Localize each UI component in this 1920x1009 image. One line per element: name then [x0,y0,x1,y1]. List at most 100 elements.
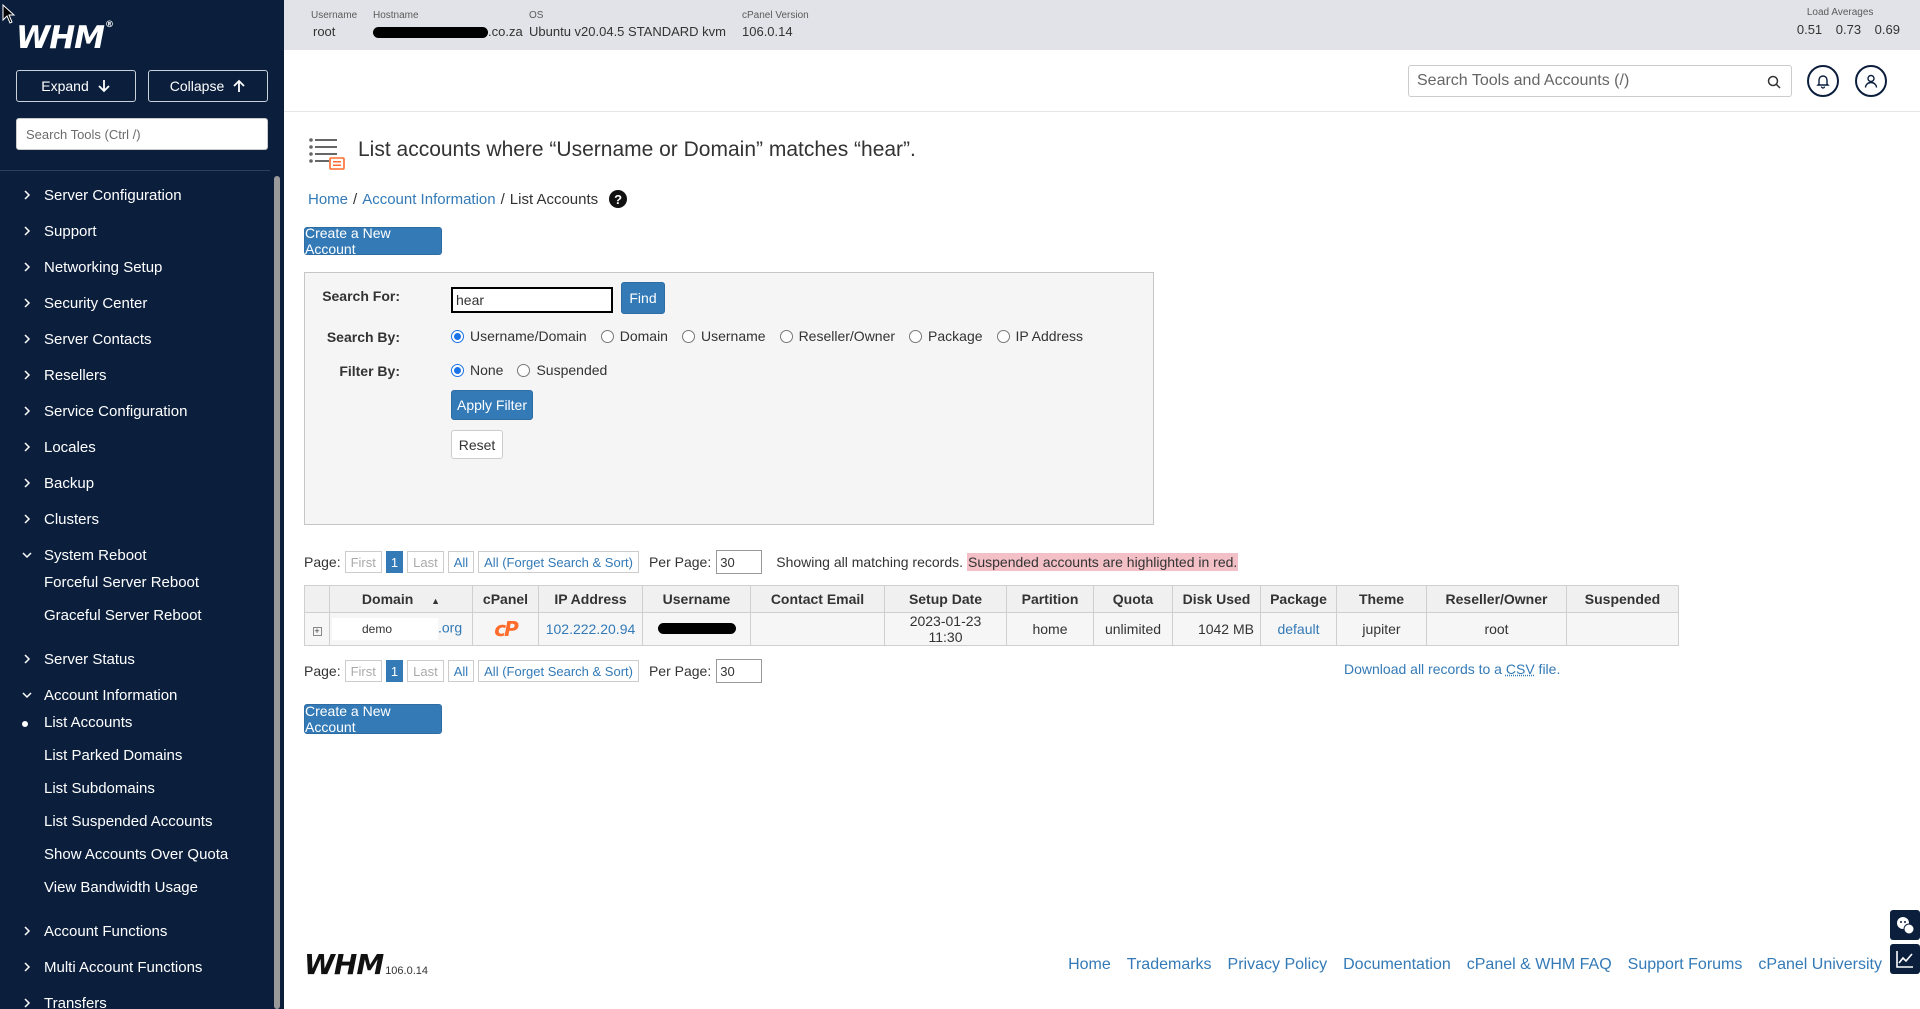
header-username[interactable]: Username [642,585,751,613]
sidebar-subitem-list-accounts[interactable]: List Accounts [21,714,132,731]
whm-logo[interactable]: WHM® [16,20,114,56]
row-expander[interactable]: + [304,612,330,646]
all-forget-search-button[interactable]: All (Forget Search & Sort) [478,660,639,682]
sidebar-subitem-graceful-server-reboot[interactable]: Graceful Server Reboot [44,607,202,624]
footer-link-trademarks[interactable]: Trademarks [1127,956,1212,974]
search-for-input[interactable]: hear [451,287,613,313]
notifications-button[interactable] [1807,65,1839,97]
sidebar-item-account-information[interactable]: Account Information [0,680,270,710]
analytics-widget-button[interactable] [1890,944,1920,974]
sidebar-subitem-forceful-server-reboot[interactable]: Forceful Server Reboot [44,574,199,591]
sidebar-item-security-center[interactable]: Security Center [0,288,270,318]
create-account-button-bottom[interactable]: Create a New Account [304,703,442,735]
search_by-option-ip-address[interactable]: IP Address [996,328,1083,344]
domain-cell[interactable]: demo .org [329,612,473,646]
package-link[interactable]: default [1277,621,1319,637]
tools-accounts-search-input[interactable]: Search Tools and Accounts (/) [1408,65,1792,97]
header-setup-date[interactable]: Setup Date [884,585,1007,613]
domain-link[interactable]: .org [438,620,462,636]
radio-button[interactable] [996,329,1010,343]
sidebar-item-system-reboot[interactable]: System Reboot [0,540,270,570]
current-page-button[interactable]: 1 [385,551,404,573]
user-menu-button[interactable] [1855,65,1887,97]
table-row[interactable]: + demo .org cP 102.222.20.94 2023-01-23 1… [304,612,1679,646]
all-pages-button[interactable]: All [447,551,475,573]
apply-filter-button[interactable]: Apply Filter [451,390,533,420]
sidebar-subitem-show-accounts-over-quota[interactable]: Show Accounts Over Quota [44,846,228,863]
sidebar-item-transfers[interactable]: Transfers [0,988,270,1009]
breadcrumb-account-information[interactable]: Account Information [362,191,495,208]
cpanel-icon[interactable]: cP [494,617,518,641]
search_by-option-reseller-owner[interactable]: Reseller/Owner [779,328,895,344]
radio-button[interactable] [779,329,793,343]
help-icon[interactable]: ? [609,190,628,208]
breadcrumb-home[interactable]: Home [308,191,348,208]
download-csv-link[interactable]: Download all records to a CSV file. [1344,661,1560,677]
header-partition[interactable]: Partition [1006,585,1094,613]
sidebar-item-multi-account-functions[interactable]: Multi Account Functions [0,952,270,982]
search_by-option-domain[interactable]: Domain [600,328,668,344]
current-page-button[interactable]: 1 [385,660,404,682]
search_by-option-package[interactable]: Package [909,328,983,344]
footer-link-cpanel-university[interactable]: cPanel University [1758,956,1882,974]
package-cell[interactable]: default [1260,612,1337,646]
all-pages-button[interactable]: All [447,660,475,682]
sidebar-item-server-contacts[interactable]: Server Contacts [0,324,270,354]
sidebar-search-input[interactable]: Search Tools (Ctrl /) [16,118,268,150]
filter-option-suspended[interactable]: Suspended [517,362,607,378]
sidebar-subitem-view-bandwidth-usage[interactable]: View Bandwidth Usage [44,879,198,896]
collapse-button[interactable]: Collapse [148,70,268,102]
last-page-button[interactable]: Last [407,551,444,573]
sidebar-item-resellers[interactable]: Resellers [0,360,270,390]
find-button[interactable]: Find [621,282,665,314]
radio-button[interactable] [451,329,464,343]
sidebar-item-support[interactable]: Support [0,216,270,246]
first-page-button[interactable]: First [344,551,382,573]
footer-link-home[interactable]: Home [1068,956,1111,974]
sidebar-item-locales[interactable]: Locales [0,432,270,462]
reset-button[interactable]: Reset [451,430,503,459]
header-suspended[interactable]: Suspended [1566,585,1679,613]
sidebar-subitem-list-suspended-accounts[interactable]: List Suspended Accounts [44,813,212,830]
cpanel-cell[interactable]: cP [472,612,539,646]
sidebar-item-server-configuration[interactable]: Server Configuration [0,180,270,210]
radio-button[interactable] [600,329,614,343]
sidebar-item-server-status[interactable]: Server Status [0,644,270,674]
footer-link-privacy-policy[interactable]: Privacy Policy [1228,956,1328,974]
sidebar-item-networking-setup[interactable]: Networking Setup [0,252,270,282]
sidebar-subitem-list-parked-domains[interactable]: List Parked Domains [44,747,182,764]
header-cpanel[interactable]: cPanel [472,585,539,613]
search_by-option-username-domain[interactable]: Username/Domain [451,328,587,344]
sidebar-item-service-configuration[interactable]: Service Configuration [0,396,270,426]
radio-button[interactable] [451,363,464,377]
create-account-button[interactable]: Create a New Account [304,225,442,257]
footer-link-support-forums[interactable]: Support Forums [1628,956,1743,974]
header-quota[interactable]: Quota [1093,585,1173,613]
sidebar-item-account-functions[interactable]: Account Functions [0,916,270,946]
header-contact-email[interactable]: Contact Email [750,585,885,613]
footer-link-documentation[interactable]: Documentation [1343,956,1451,974]
feedback-widget-button[interactable] [1890,910,1920,940]
ip-link[interactable]: 102.222.20.94 [546,621,636,637]
header-domain[interactable]: Domain ▲ [329,585,473,613]
filter-option-none[interactable]: None [451,362,503,378]
per-page-input[interactable]: 30 [716,659,763,683]
radio-button[interactable] [681,329,695,343]
sidebar-scrollbar[interactable] [274,176,280,1009]
header-reseller-owner[interactable]: Reseller/Owner [1426,585,1567,613]
search_by-option-username[interactable]: Username [681,328,766,344]
expand-button[interactable]: Expand [16,70,136,102]
footer-link-cpanel-whm-faq[interactable]: cPanel & WHM FAQ [1467,956,1612,974]
last-page-button[interactable]: Last [407,660,444,682]
sidebar-item-clusters[interactable]: Clusters [0,504,270,534]
radio-button[interactable] [909,329,923,343]
ip-cell[interactable]: 102.222.20.94 [538,612,643,646]
sidebar-subitem-list-subdomains[interactable]: List Subdomains [44,780,155,797]
header-theme[interactable]: Theme [1336,585,1427,613]
expand-row-icon[interactable]: + [312,627,322,636]
first-page-button[interactable]: First [344,660,382,682]
header-disk-used[interactable]: Disk Used [1172,585,1261,613]
sidebar-item-backup[interactable]: Backup [0,468,270,498]
search-icon[interactable] [1767,75,1781,89]
header-ip-address[interactable]: IP Address [538,585,643,613]
